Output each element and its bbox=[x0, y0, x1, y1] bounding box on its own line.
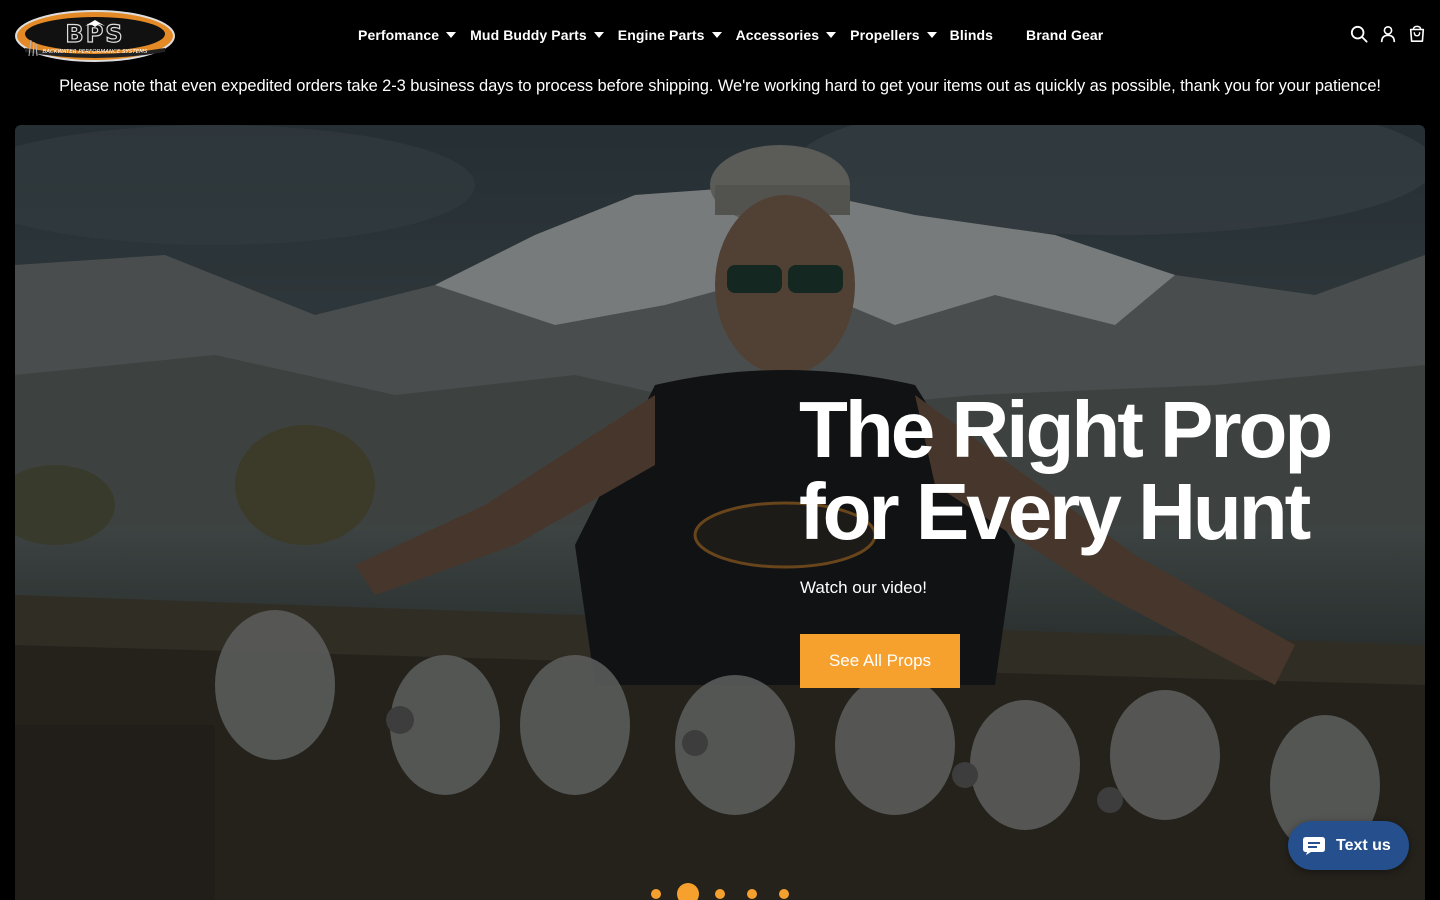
search-icon[interactable] bbox=[1350, 25, 1368, 43]
bps-logo[interactable]: BPS BACKWATER PERFORMANCE SYSTEMS bbox=[15, 10, 175, 62]
hero-slideshow: The Right Prop for Every Hunt Watch our … bbox=[15, 125, 1425, 900]
nav-item-engine-parts[interactable]: Engine Parts bbox=[618, 27, 722, 43]
site-header: BPS BACKWATER PERFORMANCE SYSTEMS Perfom… bbox=[0, 0, 1440, 70]
main-nav: Perfomance Mud Buddy Parts Engine Parts … bbox=[358, 23, 1103, 47]
nav-label: Blinds bbox=[949, 27, 994, 43]
text-us-label: Text us bbox=[1336, 836, 1391, 854]
nav-item-propellers[interactable]: Propellers bbox=[850, 27, 937, 43]
slide-dot[interactable] bbox=[779, 889, 789, 899]
chat-bubble-icon bbox=[1303, 836, 1325, 855]
slide-dot[interactable] bbox=[747, 889, 757, 899]
cart-icon[interactable] bbox=[1408, 25, 1426, 43]
announcement-bar: Please note that even expedited orders t… bbox=[59, 77, 1381, 95]
nav-item-brand-gear[interactable]: Brand Gear bbox=[1026, 27, 1103, 43]
nav-item-mud-buddy-parts[interactable]: Mud Buddy Parts bbox=[470, 27, 604, 43]
nav-label: Perfomance bbox=[358, 27, 440, 43]
text-us-chat-button[interactable]: Text us bbox=[1288, 821, 1409, 870]
nav-item-accessories[interactable]: Accessories bbox=[736, 27, 837, 43]
see-all-props-button[interactable]: See All Props bbox=[800, 634, 960, 688]
hero-title-line1: The Right Prop bbox=[799, 385, 1333, 474]
hero-subtitle: Watch our video! bbox=[800, 578, 927, 597]
nav-label: Mud Buddy Parts bbox=[470, 27, 587, 43]
nav-item-performance[interactable]: Perfomance bbox=[358, 27, 457, 43]
nav-label: Propellers bbox=[850, 27, 920, 43]
chevron-down-icon bbox=[926, 32, 937, 38]
account-icon[interactable] bbox=[1379, 25, 1397, 43]
slide-dot-active[interactable] bbox=[683, 889, 693, 899]
slideshow-pagination bbox=[651, 889, 789, 899]
svg-text:BACKWATER PERFORMANCE SYSTEMS: BACKWATER PERFORMANCE SYSTEMS bbox=[43, 49, 148, 55]
nav-item-blinds[interactable]: Blinds bbox=[950, 27, 993, 43]
nav-label: Engine Parts bbox=[617, 27, 705, 43]
header-actions bbox=[1350, 25, 1426, 43]
slide-dot[interactable] bbox=[715, 889, 725, 899]
hero-title-line2: for Every Hunt bbox=[799, 467, 1311, 556]
chevron-down-icon bbox=[711, 32, 722, 38]
chevron-down-icon bbox=[446, 32, 457, 38]
chevron-down-icon bbox=[826, 32, 837, 38]
slide-dot[interactable] bbox=[651, 889, 661, 899]
chevron-down-icon bbox=[593, 32, 604, 38]
nav-label: Brand Gear bbox=[1026, 27, 1104, 43]
hero-title: The Right Prop for Every Hunt bbox=[799, 389, 1399, 553]
nav-label: Accessories bbox=[735, 27, 820, 43]
